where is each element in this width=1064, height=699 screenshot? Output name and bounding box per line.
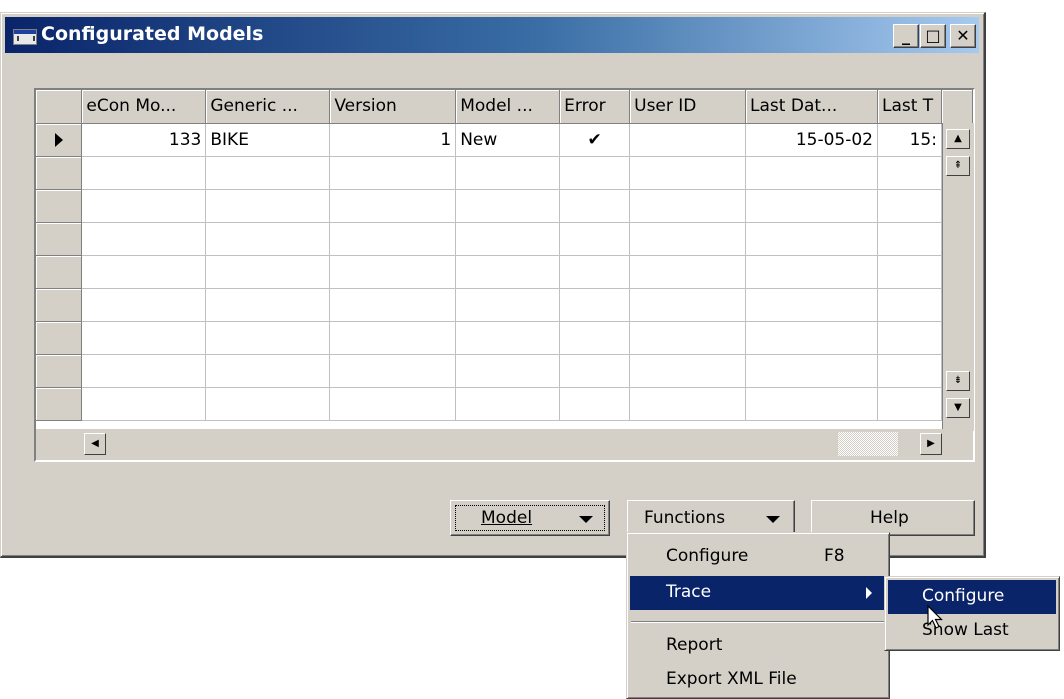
menu-item-label: Report bbox=[666, 635, 723, 655]
menu-item-export-xml[interactable]: Export XML File bbox=[630, 663, 886, 697]
configurated-models-window: Configurated Models _ □ ✕ eCon Mo... Gen… bbox=[0, 12, 986, 558]
menu-item-label: Trace bbox=[666, 582, 712, 602]
scroll-left-icon[interactable]: ◀ bbox=[84, 433, 106, 455]
horizontal-scroll-track[interactable] bbox=[106, 432, 920, 456]
col-header-model-status[interactable]: Model ... bbox=[455, 90, 561, 124]
row-selector[interactable] bbox=[36, 387, 83, 421]
table-row[interactable]: 133 BIKE 1 New ✔ 15-05-02 15: bbox=[36, 123, 974, 157]
table-row[interactable] bbox=[36, 354, 974, 388]
table-row[interactable] bbox=[36, 321, 974, 355]
cell-generic[interactable]: BIKE bbox=[205, 123, 331, 157]
mouse-cursor-icon bbox=[927, 605, 943, 629]
dropdown-arrow-icon bbox=[579, 516, 593, 523]
minimize-icon[interactable]: _ bbox=[893, 24, 919, 48]
menu-item-shortcut: F8 bbox=[824, 546, 845, 566]
menu-item-label: Configure bbox=[666, 546, 749, 566]
scroll-page-up-icon[interactable]: ⇞ bbox=[946, 156, 970, 176]
col-header-last-time[interactable]: Last T bbox=[877, 90, 942, 124]
col-header-last-date[interactable]: Last Dat... bbox=[745, 90, 878, 124]
row-selector[interactable] bbox=[36, 255, 83, 289]
maximize-icon[interactable]: □ bbox=[920, 24, 946, 48]
corner-header bbox=[36, 90, 83, 124]
menu-item-report[interactable]: Report bbox=[630, 629, 886, 663]
scroll-up-icon[interactable]: ▲ bbox=[946, 129, 970, 149]
help-button[interactable]: Help bbox=[811, 500, 975, 536]
scroll-page-down-icon[interactable]: ⇟ bbox=[946, 371, 970, 391]
app-icon[interactable] bbox=[13, 29, 37, 45]
row-selector[interactable] bbox=[36, 222, 83, 256]
row-selector[interactable] bbox=[36, 288, 83, 322]
row-selector[interactable] bbox=[36, 321, 83, 355]
cell-last-date[interactable]: 15-05-02 bbox=[745, 123, 878, 157]
horizontal-scrollbar[interactable]: ◀ ▶ bbox=[82, 429, 944, 460]
cell-last-time[interactable]: 15: bbox=[877, 123, 942, 157]
models-table: eCon Mo... Generic ... Version Model ...… bbox=[36, 90, 974, 421]
table-row[interactable] bbox=[36, 255, 974, 289]
scroll-right-icon[interactable]: ▶ bbox=[920, 433, 942, 455]
scroll-down-icon[interactable]: ▼ bbox=[946, 398, 970, 418]
model-button-label: Model bbox=[481, 508, 533, 528]
help-button-label: Help bbox=[870, 508, 909, 528]
title-bar[interactable]: Configurated Models _ □ ✕ bbox=[5, 17, 979, 53]
submenu-item-show-last[interactable]: Show Last bbox=[888, 614, 1056, 648]
cell-model-status[interactable]: New bbox=[455, 123, 561, 157]
close-icon[interactable]: ✕ bbox=[950, 24, 976, 48]
model-button[interactable]: Model bbox=[450, 500, 610, 536]
row-header-footer bbox=[36, 429, 83, 460]
header-row: eCon Mo... Generic ... Version Model ...… bbox=[36, 90, 974, 124]
cell-user-id[interactable] bbox=[629, 123, 747, 157]
submenu-item-configure[interactable]: Configure bbox=[888, 580, 1056, 614]
table-row[interactable] bbox=[36, 288, 974, 322]
table-row[interactable] bbox=[36, 156, 974, 190]
table-row[interactable] bbox=[36, 189, 974, 223]
models-grid[interactable]: eCon Mo... Generic ... Version Model ...… bbox=[34, 88, 975, 462]
dropdown-arrow-icon bbox=[766, 516, 780, 523]
menu-item-trace[interactable]: Trace bbox=[630, 576, 886, 610]
col-header-error[interactable]: Error bbox=[559, 90, 631, 124]
table-row[interactable] bbox=[36, 222, 974, 256]
header-filler bbox=[941, 90, 974, 124]
vertical-scrollbar[interactable]: ▲ ⇞ ⇟ ▼ bbox=[942, 123, 974, 431]
cell-error[interactable]: ✔ bbox=[559, 123, 631, 157]
functions-button-label: Functions bbox=[644, 508, 726, 528]
cell-econ-model[interactable]: 133 bbox=[81, 123, 207, 157]
menu-item-label: Export XML File bbox=[666, 669, 797, 689]
row-selector[interactable] bbox=[36, 354, 83, 388]
menu-item-configure[interactable]: Configure F8 bbox=[630, 540, 886, 574]
cell-version[interactable]: 1 bbox=[329, 123, 457, 157]
table-row[interactable] bbox=[36, 387, 974, 421]
trace-submenu: Configure Show Last bbox=[884, 576, 1060, 651]
scrollbar-corner bbox=[942, 429, 973, 460]
window-title: Configurated Models bbox=[41, 23, 264, 45]
functions-button[interactable]: Functions bbox=[627, 500, 795, 536]
row-selector[interactable] bbox=[36, 189, 83, 223]
submenu-item-label: Configure bbox=[922, 586, 1005, 606]
col-header-econ-model[interactable]: eCon Mo... bbox=[81, 90, 207, 124]
menu-separator bbox=[631, 621, 885, 623]
row-selector[interactable] bbox=[36, 123, 83, 157]
col-header-version[interactable]: Version bbox=[329, 90, 457, 124]
functions-menu: Configure F8 Trace Report Export XML Fil… bbox=[626, 532, 890, 699]
horizontal-scroll-thumb[interactable] bbox=[838, 432, 898, 456]
submenu-arrow-icon bbox=[866, 587, 872, 599]
row-selector[interactable] bbox=[36, 156, 83, 190]
row-pointer-icon bbox=[54, 132, 63, 147]
col-header-user-id[interactable]: User ID bbox=[629, 90, 747, 124]
col-header-generic[interactable]: Generic ... bbox=[205, 90, 331, 124]
